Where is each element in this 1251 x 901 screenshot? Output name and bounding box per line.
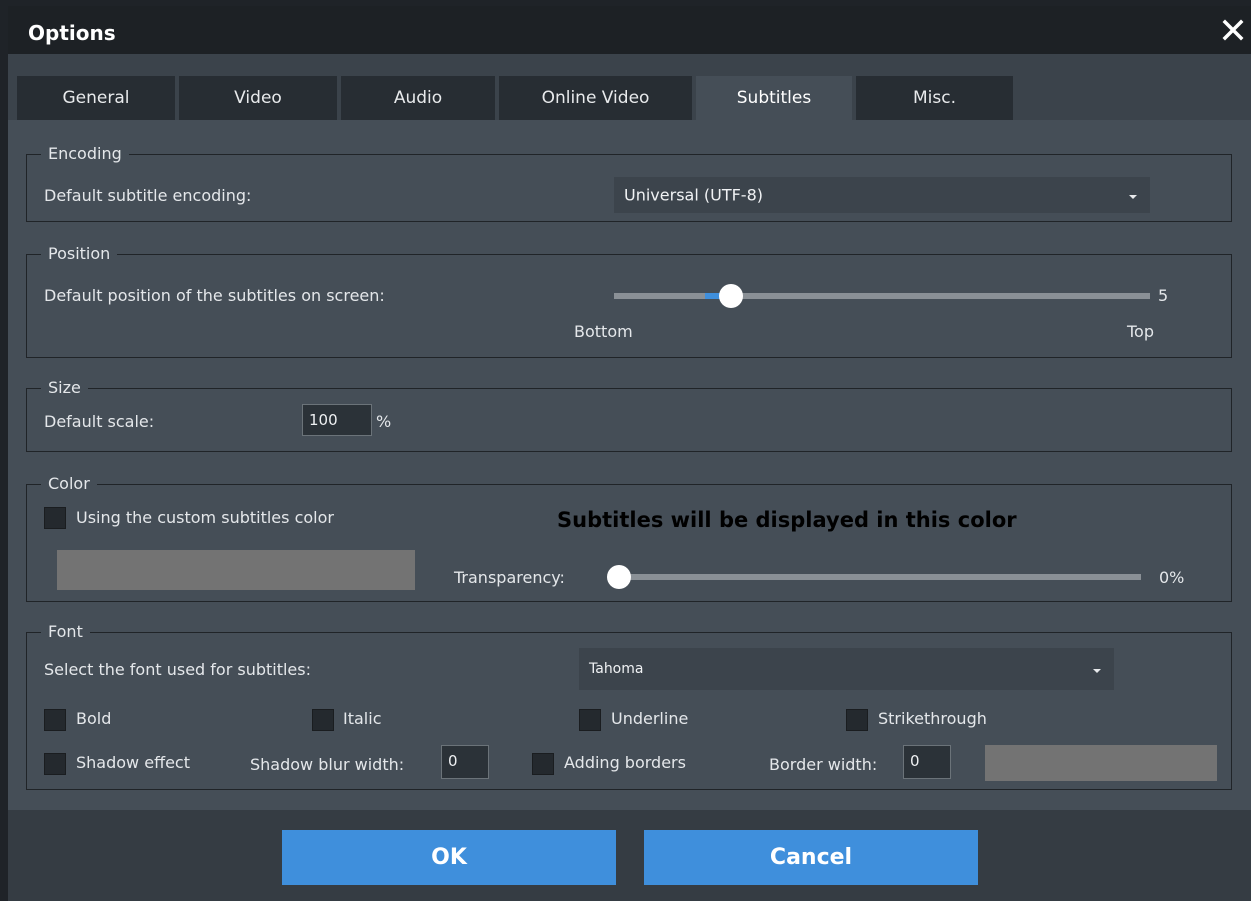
position-value: 5 (1158, 286, 1169, 305)
tab-general[interactable]: General (17, 76, 175, 120)
dialog-footer: OK Cancel (8, 810, 1251, 901)
tab-online-video[interactable]: Online Video (499, 76, 692, 120)
transparency-label: Transparency: (454, 568, 565, 587)
position-slider-thumb[interactable] (719, 284, 743, 308)
custom-color-checkbox[interactable] (44, 507, 66, 529)
tab-audio[interactable]: Audio (341, 76, 495, 120)
tab-misc[interactable]: Misc. (856, 76, 1013, 120)
font-select-label: Select the font used for subtitles: (44, 660, 311, 679)
shadow-blur-label: Shadow blur width: (250, 755, 405, 774)
adding-borders-label: Adding borders (564, 753, 686, 772)
position-slider-track[interactable] (614, 293, 1150, 299)
strikethrough-label: Strikethrough (878, 709, 987, 728)
chevron-down-icon (1129, 195, 1137, 199)
position-legend: Position (41, 244, 118, 264)
border-width-input[interactable]: 0 (903, 745, 951, 779)
encoding-value: Universal (UTF-8) (624, 185, 763, 205)
bold-label: Bold (76, 709, 112, 728)
scale-input[interactable]: 100 (302, 404, 372, 436)
strikethrough-checkbox[interactable] (846, 709, 868, 731)
transparency-slider-track[interactable] (611, 574, 1141, 580)
ok-button[interactable]: OK (282, 830, 616, 885)
size-group: Size Default scale: 100 % (26, 378, 1232, 452)
font-group: Font Select the font used for subtitles:… (26, 622, 1232, 790)
italic-checkbox[interactable] (312, 709, 334, 731)
position-label: Default position of the subtitles on scr… (44, 286, 385, 305)
bold-checkbox[interactable] (44, 709, 66, 731)
border-width-label: Border width: (769, 755, 878, 774)
custom-color-label: Using the custom subtitles color (76, 508, 334, 527)
encoding-label: Default subtitle encoding: (44, 186, 252, 205)
title-bar: Options (8, 6, 1251, 54)
tab-bar: General Video Audio Online Video Subtitl… (8, 54, 1251, 120)
underline-checkbox[interactable] (579, 709, 601, 731)
dialog-title: Options (28, 21, 116, 45)
shadow-effect-label: Shadow effect (76, 753, 190, 772)
font-select-value: Tahoma (589, 661, 644, 677)
encoding-group: Encoding Default subtitle encoding: Univ… (26, 144, 1232, 222)
encoding-select[interactable]: Universal (UTF-8) (614, 177, 1150, 213)
color-legend: Color (41, 474, 97, 494)
tab-subtitles[interactable]: Subtitles (696, 76, 852, 120)
size-legend: Size (41, 378, 88, 398)
shadow-blur-input[interactable]: 0 (441, 745, 489, 779)
position-group: Position Default position of the subtitl… (26, 244, 1232, 358)
color-group: Color Using the custom subtitles color S… (26, 474, 1232, 602)
position-bottom-label: Bottom (574, 322, 633, 341)
italic-label: Italic (343, 709, 382, 728)
tab-video[interactable]: Video (179, 76, 337, 120)
subtitles-panel: Encoding Default subtitle encoding: Univ… (8, 120, 1251, 810)
font-select[interactable]: Tahoma (579, 648, 1114, 690)
scale-unit: % (376, 412, 392, 431)
encoding-legend: Encoding (41, 144, 129, 164)
cancel-button[interactable]: Cancel (644, 830, 978, 885)
underline-label: Underline (611, 709, 689, 728)
position-top-label: Top (1127, 322, 1154, 341)
close-icon[interactable] (1219, 16, 1247, 44)
color-preview-text: Subtitles will be displayed in this colo… (557, 508, 1017, 532)
border-color-swatch[interactable] (985, 745, 1217, 781)
transparency-value: 0% (1159, 568, 1185, 587)
subtitle-color-swatch[interactable] (57, 550, 415, 590)
shadow-effect-checkbox[interactable] (44, 753, 66, 775)
transparency-slider-thumb[interactable] (607, 565, 631, 589)
adding-borders-checkbox[interactable] (532, 753, 554, 775)
chevron-down-icon (1093, 669, 1101, 673)
font-legend: Font (41, 622, 90, 642)
scale-label: Default scale: (44, 412, 155, 431)
